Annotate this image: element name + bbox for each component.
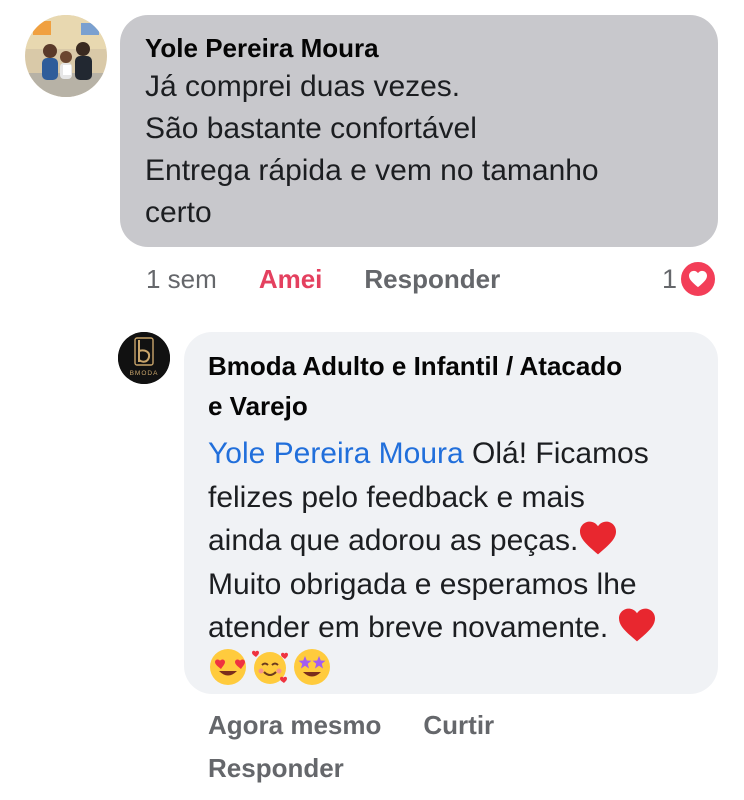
red-heart-emoji	[618, 608, 655, 642]
emoji-row	[208, 647, 694, 687]
reply-text-line: Muito obrigada e esperamos lhe	[208, 567, 637, 601]
reaction-summary[interactable]: 1	[662, 260, 718, 298]
heart-icon	[679, 260, 718, 298]
reply-actions: Agora mesmo Curtir	[208, 709, 494, 741]
comment-thread: Yole Pereira Moura Já comprei duas vezes…	[0, 0, 744, 800]
comment-text-line: certo	[145, 196, 212, 229]
page-avatar[interactable]: BMODA	[118, 332, 170, 384]
reaction-count: 1	[662, 263, 678, 294]
reply-text: ainda que adorou as peças.	[208, 524, 579, 557]
love-reaction-button[interactable]: Amei	[259, 263, 323, 295]
mention-link[interactable]: Yole Pereira Moura	[208, 437, 464, 470]
like-button[interactable]: Curtir	[423, 709, 494, 741]
red-heart-emoji	[580, 521, 617, 555]
comment-bubble: Yole Pereira Moura Já comprei duas vezes…	[120, 15, 718, 247]
reply-text: Olá! Ficamos	[463, 437, 649, 470]
smiling-face-with-hearts-emoji	[252, 650, 288, 684]
reply-text-line: atender em breve novamente.	[208, 606, 694, 650]
star-struck-emoji	[294, 648, 330, 685]
reply-text-line: felizes pelo feedback e mais	[208, 480, 585, 514]
reply-button[interactable]: Responder	[208, 752, 344, 784]
reply-text-line: ainda que adorou as peças.	[208, 519, 694, 563]
reply-author-line: e Varejo	[208, 391, 308, 421]
reply-timestamp[interactable]: Agora mesmo	[208, 709, 381, 741]
reply-author-line: Bmoda Adulto e Infantil / Atacado	[208, 351, 623, 381]
avatar[interactable]	[25, 15, 107, 97]
comment-text-line: São bastante confortável	[145, 112, 477, 145]
heart-eyes-emoji	[210, 648, 246, 685]
reply-author[interactable]: Bmoda Adulto e Infantil / Atacado e Vare…	[208, 346, 694, 426]
reply-button[interactable]: Responder	[364, 263, 500, 295]
reply-text: atender em breve novamente.	[208, 611, 617, 644]
reply-bubble: Bmoda Adulto e Infantil / Atacado e Vare…	[184, 332, 718, 694]
comment-timestamp[interactable]: 1 sem	[146, 263, 217, 295]
comment-author[interactable]: Yole Pereira Moura	[145, 31, 694, 65]
comment-text-line: Entrega rápida e vem no tamanho	[145, 154, 599, 187]
comment-actions: 1 sem Amei Responder	[146, 263, 500, 295]
comment-text-line: Já comprei duas vezes.	[145, 70, 461, 103]
logo-text: BMODA	[130, 370, 159, 377]
reply-text-line: Yole Pereira Moura Olá! Ficamos	[208, 432, 694, 476]
